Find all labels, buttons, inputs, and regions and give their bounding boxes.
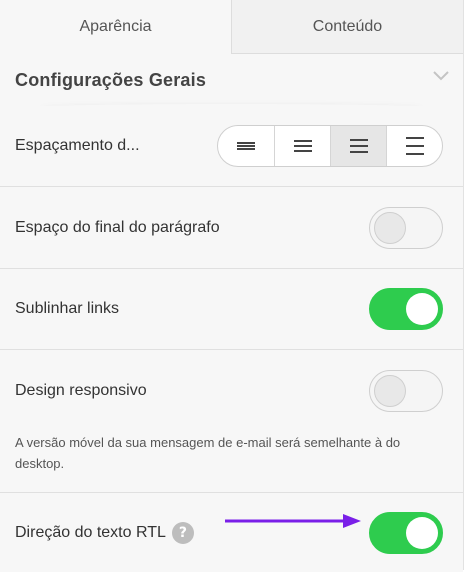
- spacing-option-large[interactable]: [386, 126, 442, 166]
- paragraph-end-label: Espaço do final do parágrafo: [15, 218, 220, 236]
- toggle-knob: [406, 516, 438, 549]
- setting-row-paragraph-end: Espaço do final do parágrafo: [0, 187, 463, 269]
- underline-links-label: Sublinhar links: [15, 300, 120, 317]
- spacing-option-small[interactable]: [274, 126, 330, 166]
- rtl-toggle[interactable]: [369, 511, 443, 554]
- spacing-selector: [217, 125, 443, 167]
- arrow-annotation-icon: [225, 514, 361, 528]
- section-title: Configurações Gerais: [15, 69, 207, 90]
- spacing-compact-icon: [237, 142, 255, 150]
- responsive-toggle[interactable]: [369, 370, 443, 412]
- spacing-small-icon: [293, 140, 312, 152]
- responsive-description: A versão móvel da sua mensagem de e-mail…: [15, 435, 401, 471]
- tab-appearance[interactable]: Aparência: [0, 0, 232, 54]
- toggle-knob: [374, 211, 406, 244]
- paragraph-end-toggle[interactable]: [369, 206, 443, 249]
- responsive-row-main: Design responsivo: [0, 350, 463, 432]
- spacing-label: Espaçamento d...: [15, 137, 140, 154]
- tab-bar: Aparência Conteúdo: [0, 0, 463, 54]
- rtl-label-group: Direção do texto RTL?: [15, 521, 194, 544]
- setting-row-underline-links: Sublinhar links: [0, 269, 463, 350]
- toggle-knob: [406, 293, 438, 325]
- underline-links-toggle[interactable]: [369, 288, 443, 330]
- spacing-large-icon: [405, 137, 424, 155]
- settings-panel: Aparência Conteúdo Configurações Gerais …: [0, 0, 464, 572]
- section-header[interactable]: Configurações Gerais: [0, 54, 463, 106]
- rtl-label: Direção do texto RTL: [15, 523, 166, 541]
- tab-content[interactable]: Conteúdo: [232, 0, 463, 54]
- spacing-option-compact[interactable]: [218, 126, 274, 166]
- question-icon[interactable]: ?: [171, 521, 194, 544]
- spacing-option-medium[interactable]: [330, 126, 386, 166]
- setting-row-rtl: Direção do texto RTL?: [0, 493, 463, 572]
- chevron-up-icon[interactable]: [433, 71, 449, 81]
- setting-row-responsive: Design responsivo A versão móvel da sua …: [0, 350, 463, 493]
- responsive-label: Design responsivo: [15, 382, 147, 399]
- spacing-medium-icon: [349, 139, 368, 153]
- toggle-knob: [374, 375, 406, 407]
- setting-row-spacing: Espaçamento d...: [0, 106, 463, 187]
